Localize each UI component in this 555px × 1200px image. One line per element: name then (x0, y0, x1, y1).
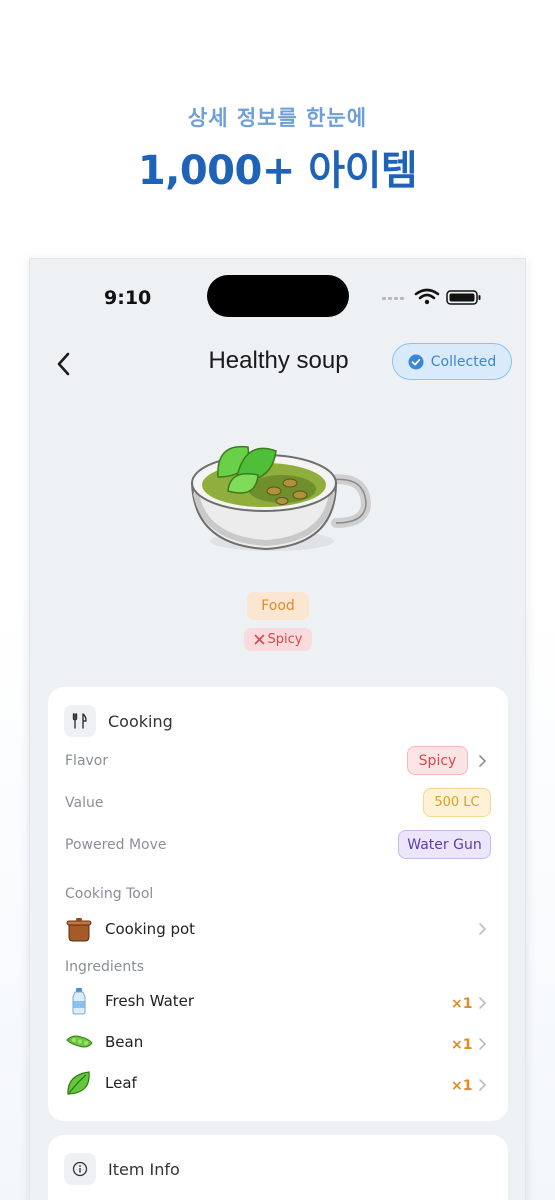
promo-title: 1,000+ 아이템 (137, 148, 418, 194)
leaf-icon (67, 1071, 90, 1095)
cooking-title: Cooking (108, 711, 173, 731)
info-icon (64, 1153, 96, 1185)
chevron-right-icon[interactable] (477, 1078, 487, 1092)
cooking-tool-label: Cooking Tool (65, 886, 154, 902)
chevron-right-icon[interactable] (477, 754, 487, 768)
collected-label: Collected (430, 353, 497, 370)
collected-button[interactable]: Collected (392, 343, 512, 380)
water-bottle-icon (72, 988, 86, 1015)
cooking-header: Cooking (64, 705, 173, 737)
ingredient-row[interactable]: Leaf (65, 1069, 137, 1097)
value-amount: 500 LC (423, 788, 491, 817)
bean-icon (66, 1035, 93, 1048)
ingredient-row[interactable]: Fresh Water (65, 987, 194, 1015)
powered-move-label: Powered Move (65, 837, 167, 853)
battery-icon (446, 290, 481, 305)
ingredient-name: Bean (105, 1033, 144, 1051)
wifi-icon (414, 288, 440, 300)
cooking-tool-row[interactable]: Cooking pot (65, 915, 195, 943)
ingredient-row[interactable]: Bean (65, 1028, 143, 1056)
ingredient-qty: ×1 (451, 996, 473, 1012)
chevron-right-icon[interactable] (477, 996, 487, 1010)
status-time: 9:10 (104, 287, 152, 309)
ingredients-label: Ingredients (65, 959, 144, 975)
item-info-card: Item Info (48, 1135, 508, 1200)
fork-knife-icon (64, 705, 96, 737)
value-label: Value (65, 795, 104, 811)
flavor-tag: Spicy (244, 628, 312, 651)
cooking-pot-icon (66, 918, 92, 942)
category-tag: Food (247, 592, 309, 620)
status-icons (382, 288, 481, 305)
dynamic-island (207, 275, 349, 317)
promo-subtitle: 상세 정보를 한눈에 (187, 106, 368, 130)
signal-icon (382, 297, 404, 300)
cooking-tool-name: Cooking pot (105, 920, 196, 938)
flavor-value[interactable]: Spicy (407, 746, 468, 775)
phone-screen: 9:10 Healthy soup Collected Food Spicy C… (29, 258, 526, 1200)
healthy-soup-image (190, 445, 372, 551)
flavor-tag-label: Spicy (267, 632, 303, 647)
chevron-right-icon[interactable] (477, 1037, 487, 1051)
powered-move-value: Water Gun (398, 830, 491, 859)
ingredient-qty: ×1 (451, 1037, 473, 1053)
flavor-label: Flavor (65, 753, 109, 769)
cooking-card: Cooking Flavor Spicy Value 500 LC Powere… (48, 687, 508, 1121)
item-info-header: Item Info (64, 1153, 180, 1185)
item-info-title: Item Info (108, 1159, 180, 1179)
chevron-right-icon[interactable] (477, 922, 487, 936)
ingredient-qty: ×1 (451, 1078, 473, 1094)
ingredient-name: Fresh Water (105, 992, 195, 1010)
utensils-crossed-icon (254, 634, 264, 645)
ingredient-name: Leaf (105, 1074, 137, 1092)
check-circle-icon (408, 354, 424, 369)
